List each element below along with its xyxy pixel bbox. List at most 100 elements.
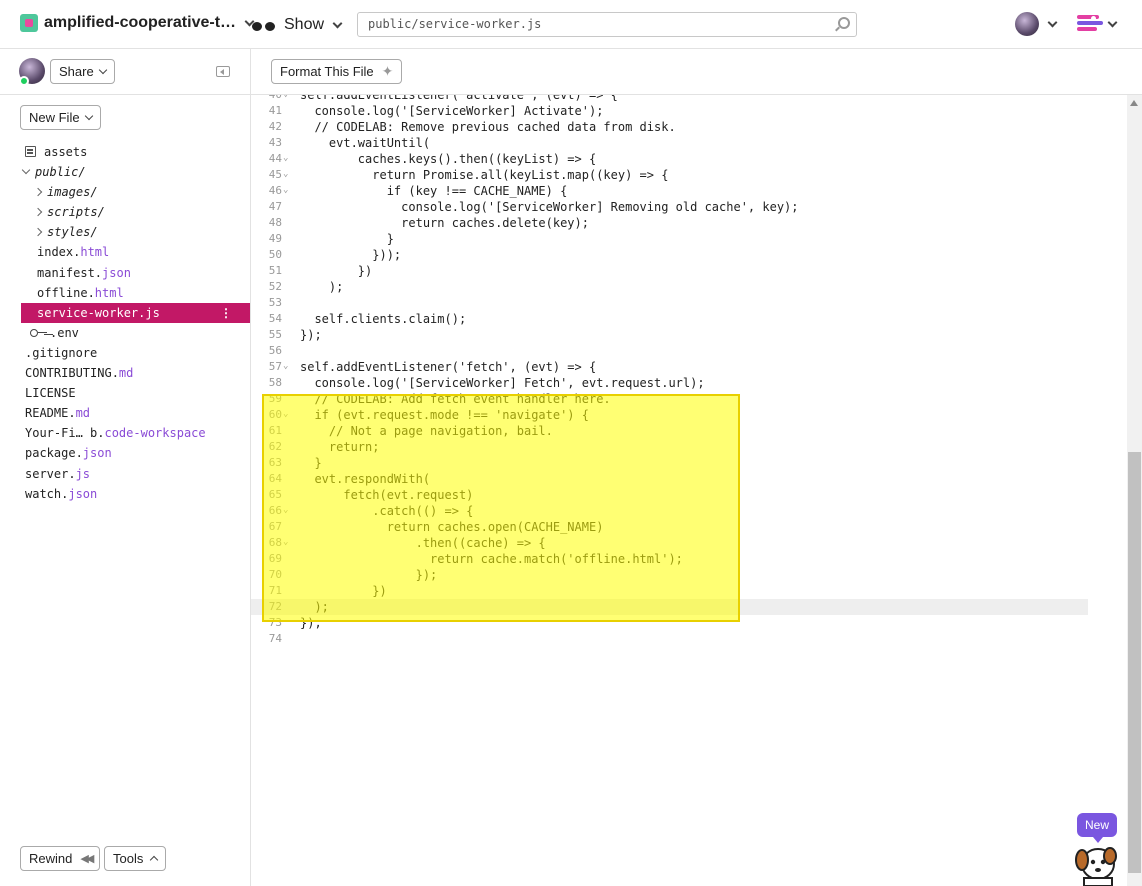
chevron-right-icon[interactable] <box>33 208 43 217</box>
code-line[interactable]: 59 // CODELAB: Add fetch event handler h… <box>251 391 1088 407</box>
fold-icon[interactable]: ⌄ <box>283 95 288 102</box>
file-item[interactable]: README.md <box>0 403 250 423</box>
format-file-button[interactable]: Format This File ✦ <box>271 59 403 84</box>
file-item[interactable]: watch.json <box>0 484 250 504</box>
code-text: return caches.delete(key); <box>300 216 589 230</box>
scroll-up-icon[interactable] <box>1130 100 1138 106</box>
code-text: return caches.open(CACHE_NAME) <box>300 520 604 534</box>
chevron-right-icon[interactable] <box>33 228 43 237</box>
code-line[interactable]: 49 } <box>251 231 1088 247</box>
file-name: CONTRIBUTING. <box>25 366 119 381</box>
code-line[interactable]: 66 ⌄ .catch(() => { <box>251 503 1088 519</box>
code-line[interactable]: 71 }) <box>251 583 1088 599</box>
code-line[interactable]: 41 console.log('[ServiceWorker] Activate… <box>251 103 1088 119</box>
code-line[interactable]: 48 return caches.delete(key); <box>251 215 1088 231</box>
user-menu[interactable] <box>1015 12 1058 36</box>
folder-item[interactable]: images/ <box>0 182 250 202</box>
code-line[interactable]: 58 console.log('[ServiceWorker] Fetch', … <box>251 375 1088 391</box>
code-line[interactable]: 65 fetch(evt.request) <box>251 487 1088 503</box>
file-item[interactable]: package.json <box>0 443 250 463</box>
code-line[interactable]: 46 ⌄ if (key !== CACHE_NAME) { <box>251 183 1088 199</box>
code-line[interactable]: 60 ⌄ if (evt.request.mode !== 'navigate')… <box>251 407 1088 423</box>
code-line[interactable]: 63 } <box>251 455 1088 471</box>
code-editor[interactable]: 40⌄self.addEventListener('activate', (ev… <box>251 95 1127 886</box>
fold-icon[interactable]: ⌄ <box>283 150 288 166</box>
tools-button[interactable]: Tools <box>104 846 167 871</box>
code-line[interactable]: 72 ); <box>251 599 1088 615</box>
code-line[interactable]: 73}); <box>251 615 1088 631</box>
file-item[interactable]: Your-Fi… b.code-workspace <box>0 423 250 443</box>
code-line[interactable]: 62 return; <box>251 439 1088 455</box>
folder-item[interactable]: scripts/ <box>0 202 250 222</box>
code-text: .then((cache) => { <box>300 536 546 550</box>
new-badge[interactable]: New <box>1077 813 1117 843</box>
show-button[interactable]: Show <box>252 16 343 34</box>
code-line[interactable]: 51 }) <box>251 263 1088 279</box>
file-item[interactable]: manifest.json <box>0 263 250 283</box>
file-item[interactable]: .gitignore <box>0 343 250 363</box>
code-line[interactable]: 44 ⌄ caches.keys().then((keyList) => { <box>251 151 1088 167</box>
code-line[interactable]: 61 // Not a page navigation, bail. <box>251 423 1088 439</box>
chevron-right-icon[interactable] <box>33 187 43 197</box>
chevron-down-icon <box>1107 17 1118 27</box>
chevron-down-icon <box>98 65 107 75</box>
chevron-down-icon[interactable] <box>21 165 31 175</box>
code-line[interactable]: 40⌄ self.addEventListener('activate', (ev… <box>251 95 1088 103</box>
file-name: watch. <box>25 486 69 501</box>
file-item[interactable]: LICENSE <box>0 383 250 403</box>
code-line[interactable]: 69 return cache.match('offline.html'); <box>251 551 1088 567</box>
file-item[interactable]: service-worker.js ⋮ <box>21 302 250 323</box>
file-search-input[interactable]: public/service-worker.js <box>357 12 857 37</box>
code-line[interactable]: 52 ); <box>251 279 1088 295</box>
glitch-logo-menu[interactable] <box>1075 12 1118 36</box>
code-line[interactable]: 43 evt.waitUntil( <box>251 135 1088 151</box>
project-menu[interactable]: amplified-cooperative-t… <box>20 14 255 32</box>
chevron-down-icon <box>332 18 343 28</box>
fold-icon[interactable]: ⌄ <box>283 182 288 198</box>
code-line[interactable]: 47 console.log('[ServiceWorker] Removing… <box>251 199 1088 215</box>
search-icon[interactable] <box>838 17 850 29</box>
folder-item[interactable]: styles/ <box>0 222 250 242</box>
file-options-icon[interactable]: ⋮ <box>220 303 232 323</box>
code-line[interactable]: 42 // CODELAB: Remove previous cached da… <box>251 119 1088 135</box>
file-item[interactable]: server.js <box>0 464 250 484</box>
dog-mascot-icon[interactable] <box>1070 842 1126 886</box>
code-line[interactable]: 67 return caches.open(CACHE_NAME) <box>251 519 1088 535</box>
scrollbar-thumb[interactable] <box>1128 452 1141 873</box>
folder-item[interactable]: public/ <box>0 162 250 182</box>
code-line[interactable]: 68 ⌄ .then((cache) => { <box>251 535 1088 551</box>
show-label: Show <box>284 16 325 33</box>
file-item[interactable]: .env <box>0 323 250 343</box>
fold-icon[interactable]: ⌄ <box>283 166 288 182</box>
share-button[interactable]: Share <box>50 59 115 84</box>
code-line[interactable]: 55}); <box>251 327 1088 343</box>
code-line[interactable]: 70 }); <box>251 567 1088 583</box>
code-line[interactable]: 74 <box>251 631 1088 647</box>
code-line[interactable]: 64 evt.respondWith( <box>251 471 1088 487</box>
file-name: service-worker. <box>37 305 146 320</box>
code-line[interactable]: 53 <box>251 295 1088 311</box>
file-item[interactable]: index.html <box>0 242 250 262</box>
fold-icon[interactable]: ⌄ <box>283 406 288 422</box>
code-line[interactable]: 56 <box>251 343 1088 359</box>
tools-label: Tools <box>113 851 144 866</box>
code-line[interactable]: 57 ⌄ self.addEventListener('fetch', (evt) … <box>251 359 1088 375</box>
file-item[interactable]: CONTRIBUTING.md <box>0 363 250 383</box>
line-number: 71 <box>268 584 282 597</box>
file-name: assets <box>44 145 88 159</box>
rewind-button[interactable]: Rewind ◀◀ <box>20 846 101 871</box>
fold-icon[interactable]: ⌄ <box>283 534 288 550</box>
file-item[interactable]: offline.html <box>0 283 250 303</box>
fold-icon[interactable]: ⌄ <box>283 358 288 374</box>
key-icon <box>30 328 48 338</box>
line-number: 53 <box>268 296 282 309</box>
new-file-button[interactable]: New File <box>20 105 101 130</box>
file-item[interactable]: assets <box>0 142 250 162</box>
code-line[interactable]: 45 ⌄ return Promise.all(keyList.map((key)… <box>251 167 1088 183</box>
file-name: .env <box>50 325 79 340</box>
fold-icon[interactable]: ⌄ <box>283 502 288 518</box>
chevron-down-icon <box>1047 17 1058 27</box>
collapse-sidebar-icon[interactable] <box>216 66 230 77</box>
code-line[interactable]: 50 })); <box>251 247 1088 263</box>
code-line[interactable]: 54 self.clients.claim(); <box>251 311 1088 327</box>
